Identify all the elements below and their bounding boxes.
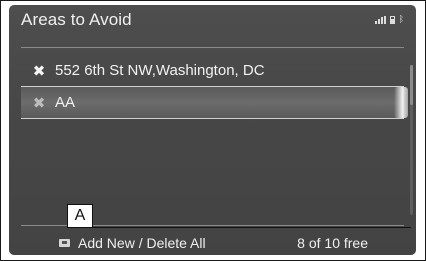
scrollbar[interactable] (410, 65, 413, 215)
add-new-delete-all-button[interactable]: Add New / Delete All (59, 235, 206, 251)
free-count-text: 8 of 10 free (297, 235, 368, 251)
button-icon (59, 239, 70, 247)
signal-icon (374, 16, 386, 24)
scroll-thumb[interactable] (410, 65, 413, 105)
header-divider (21, 47, 404, 48)
battery-icon (389, 16, 395, 24)
avoid-area-icon: ✖ (32, 94, 46, 112)
selection-highlight (21, 86, 404, 87)
avoid-area-icon: ✖ (32, 62, 46, 80)
avoid-list-item-selected[interactable]: ✖ AA (21, 86, 408, 119)
page-title: Areas to Avoid (21, 10, 132, 29)
status-bar: ᛒ (374, 14, 404, 24)
add-delete-label: Add New / Delete All (78, 235, 206, 251)
callout-label: A (67, 204, 93, 228)
avoid-item-label: 552 6th St NW,Washington, DC (55, 62, 265, 79)
avoid-item-label: AA (55, 94, 76, 111)
selection-highlight (21, 118, 404, 119)
bluetooth-icon: ᛒ (398, 14, 404, 24)
figure-frame: Areas to Avoid ᛒ ✖ 552 6th St NW,Washing… (0, 0, 426, 261)
avoid-list-item[interactable]: ✖ 552 6th St NW,Washington, DC (21, 55, 404, 86)
selection-glow (394, 87, 408, 118)
callout-line (93, 227, 411, 228)
